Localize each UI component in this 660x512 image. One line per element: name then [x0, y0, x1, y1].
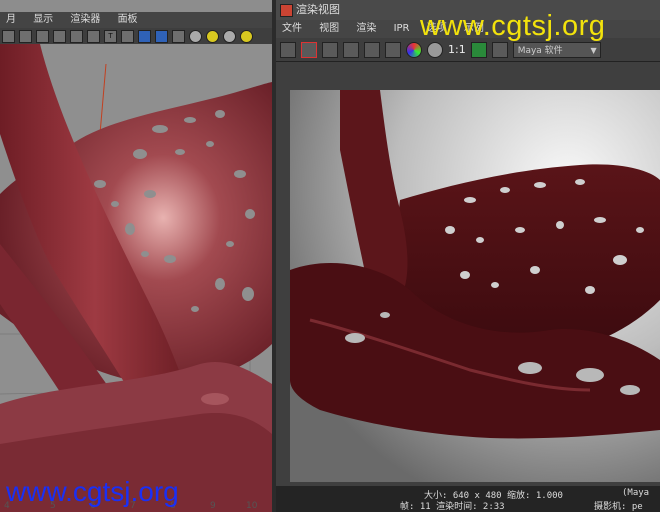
menu-item-render[interactable]: 渲染: [356, 23, 376, 34]
frame-time-readout: 帧: 11 渲染时间: 2:33: [400, 502, 505, 512]
chevron-down-icon: ▼: [590, 45, 597, 55]
real-size-ratio[interactable]: 1:1: [448, 43, 466, 56]
smooth-shade-icon[interactable]: [53, 29, 66, 43]
watermark-top: www.cgtsj.org: [420, 10, 606, 42]
xray-icon[interactable]: [87, 29, 100, 43]
channel-icon[interactable]: [385, 41, 401, 58]
rgb-channels-icon[interactable]: [406, 41, 422, 58]
keep-image-icon[interactable]: [470, 41, 487, 58]
alpha-channel-icon[interactable]: [427, 41, 443, 58]
render-image-area[interactable]: [276, 62, 660, 486]
light-icon[interactable]: [206, 29, 219, 43]
menu-item-view[interactable]: 视图: [319, 23, 339, 34]
render-status-bar: 大小: 640 x 480 缩放: 1.000 (Maya 帧: 11 渲染时间…: [276, 486, 660, 512]
maya-viewport-panel: 月 显示 渲染器 面板 T 4 5 6 7 8 9 10: [0, 0, 272, 512]
render-region-icon[interactable]: [301, 41, 317, 58]
menu-item-ipr[interactable]: IPR: [394, 23, 410, 34]
grid-icon[interactable]: [19, 29, 32, 43]
window-icon: [280, 4, 293, 17]
renderer-select-value: Maya 软件: [517, 45, 563, 56]
svg-text:9: 9: [210, 501, 216, 511]
redo-render-icon[interactable]: [280, 41, 296, 58]
texture-icon[interactable]: [70, 29, 83, 43]
ipr-render-icon[interactable]: [343, 41, 359, 58]
render-view-title: 渲染视图: [296, 3, 340, 16]
viewport-menubar: 月 显示 渲染器 面板: [0, 12, 272, 28]
shadow-icon[interactable]: [223, 29, 236, 43]
renderer-select[interactable]: Maya 软件 ▼: [512, 41, 601, 58]
blue-cube-icon[interactable]: [138, 29, 151, 43]
render-view-window: 渲染视图 文件 视图 渲染 IPR 选项 示例 1:1 Maya 软件 ▼ 大小…: [276, 0, 660, 512]
renderer-readout: (Maya: [622, 488, 650, 498]
viewport-canvas[interactable]: 4 5 6 7 8 9 10: [0, 44, 272, 512]
watermark-bottom: www.cgtsj.org: [6, 476, 179, 507]
rendered-image: [290, 90, 660, 482]
camera-icon[interactable]: [2, 29, 15, 43]
menu-item-file[interactable]: 文件: [282, 23, 302, 34]
text-icon[interactable]: T: [104, 29, 117, 43]
lit-cube-icon[interactable]: [155, 29, 168, 43]
menu-item-renderer[interactable]: 渲染器: [70, 14, 100, 25]
checker-icon[interactable]: [172, 29, 185, 43]
menu-item-show[interactable]: 显示: [33, 14, 53, 25]
sphere-icon[interactable]: [189, 29, 202, 43]
refresh-icon[interactable]: [364, 41, 380, 58]
viewport-toolbar: T: [0, 28, 272, 45]
lights-icon[interactable]: [240, 29, 253, 43]
menu-item-panels[interactable]: 面板: [118, 14, 138, 25]
camera-readout: 摄影机: pe: [594, 502, 643, 512]
snapshot-icon[interactable]: [322, 41, 338, 58]
menu-item-view[interactable]: 月: [6, 14, 16, 25]
remove-image-icon[interactable]: [491, 41, 508, 58]
wireframe-icon[interactable]: [36, 29, 49, 43]
cube-icon[interactable]: [121, 29, 134, 43]
svg-text:10: 10: [246, 501, 258, 511]
